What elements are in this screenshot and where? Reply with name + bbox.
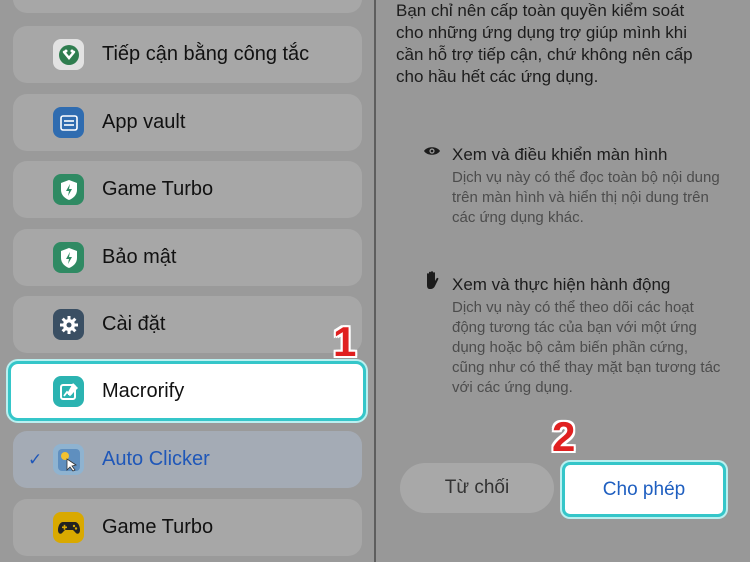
services-list-panel: Tiếp cận bằng công tắc App vault Game Tu…: [0, 0, 374, 562]
switch-access-icon: [53, 39, 84, 70]
list-item-label: Auto Clicker: [102, 448, 210, 470]
permission-description: Dịch vụ này có thể đọc toàn bộ nội dung …: [452, 169, 720, 226]
list-item-security[interactable]: Bảo mật: [13, 229, 362, 286]
permission-dialog: Bạn chỉ nên cấp toàn quyền kiểm soát cho…: [376, 0, 750, 562]
list-item-game-turbo[interactable]: Game Turbo: [13, 161, 362, 218]
app-vault-icon: [53, 107, 84, 138]
list-item-partial[interactable]: [13, 0, 362, 13]
dialog-intro-text: Bạn chỉ nên cấp toàn quyền kiểm soát cho…: [396, 1, 693, 86]
list-item-macrorify[interactable]: Macrorify: [8, 361, 366, 421]
step-badge-2: 2: [552, 413, 576, 460]
check-icon: ✓: [28, 450, 43, 469]
step-badge-1: 1: [333, 318, 357, 365]
macrorify-icon: [53, 376, 84, 407]
list-item-game-turbo-2[interactable]: Game Turbo: [13, 499, 362, 556]
list-item-label: Tiếp cận bằng công tắc: [102, 43, 310, 65]
auto-clicker-icon: [53, 444, 84, 475]
shield-bolt-icon: [53, 242, 84, 273]
shield-bolt-icon: [53, 174, 84, 205]
list-item-switch-access[interactable]: Tiếp cận bằng công tắc: [13, 26, 362, 83]
gamepad-icon: [53, 512, 84, 543]
eye-icon: [423, 142, 441, 160]
hand-icon: [423, 270, 441, 289]
list-item-auto-clicker[interactable]: ✓ Auto Clicker: [13, 431, 362, 488]
list-item-label: App vault: [102, 111, 186, 133]
permission-title: Xem và thực hiện hành động: [452, 275, 671, 294]
list-item-label: Game Turbo: [102, 516, 214, 538]
gear-icon: [53, 309, 84, 340]
allow-button[interactable]: Cho phép: [562, 462, 726, 517]
list-item-label: Macrorify: [102, 380, 185, 402]
list-item-label: Cài đặt: [102, 313, 166, 335]
deny-button[interactable]: Từ chối: [400, 463, 554, 513]
list-item-label: Bảo mật: [102, 246, 177, 268]
permission-title: Xem và điều khiển màn hình: [452, 145, 668, 164]
list-item-app-vault[interactable]: App vault: [13, 94, 362, 151]
list-item-label: Game Turbo: [102, 178, 214, 200]
list-item-settings[interactable]: Cài đặt: [13, 296, 362, 353]
permission-description: Dịch vụ này có thể theo dõi các hoạt độn…: [452, 299, 721, 396]
